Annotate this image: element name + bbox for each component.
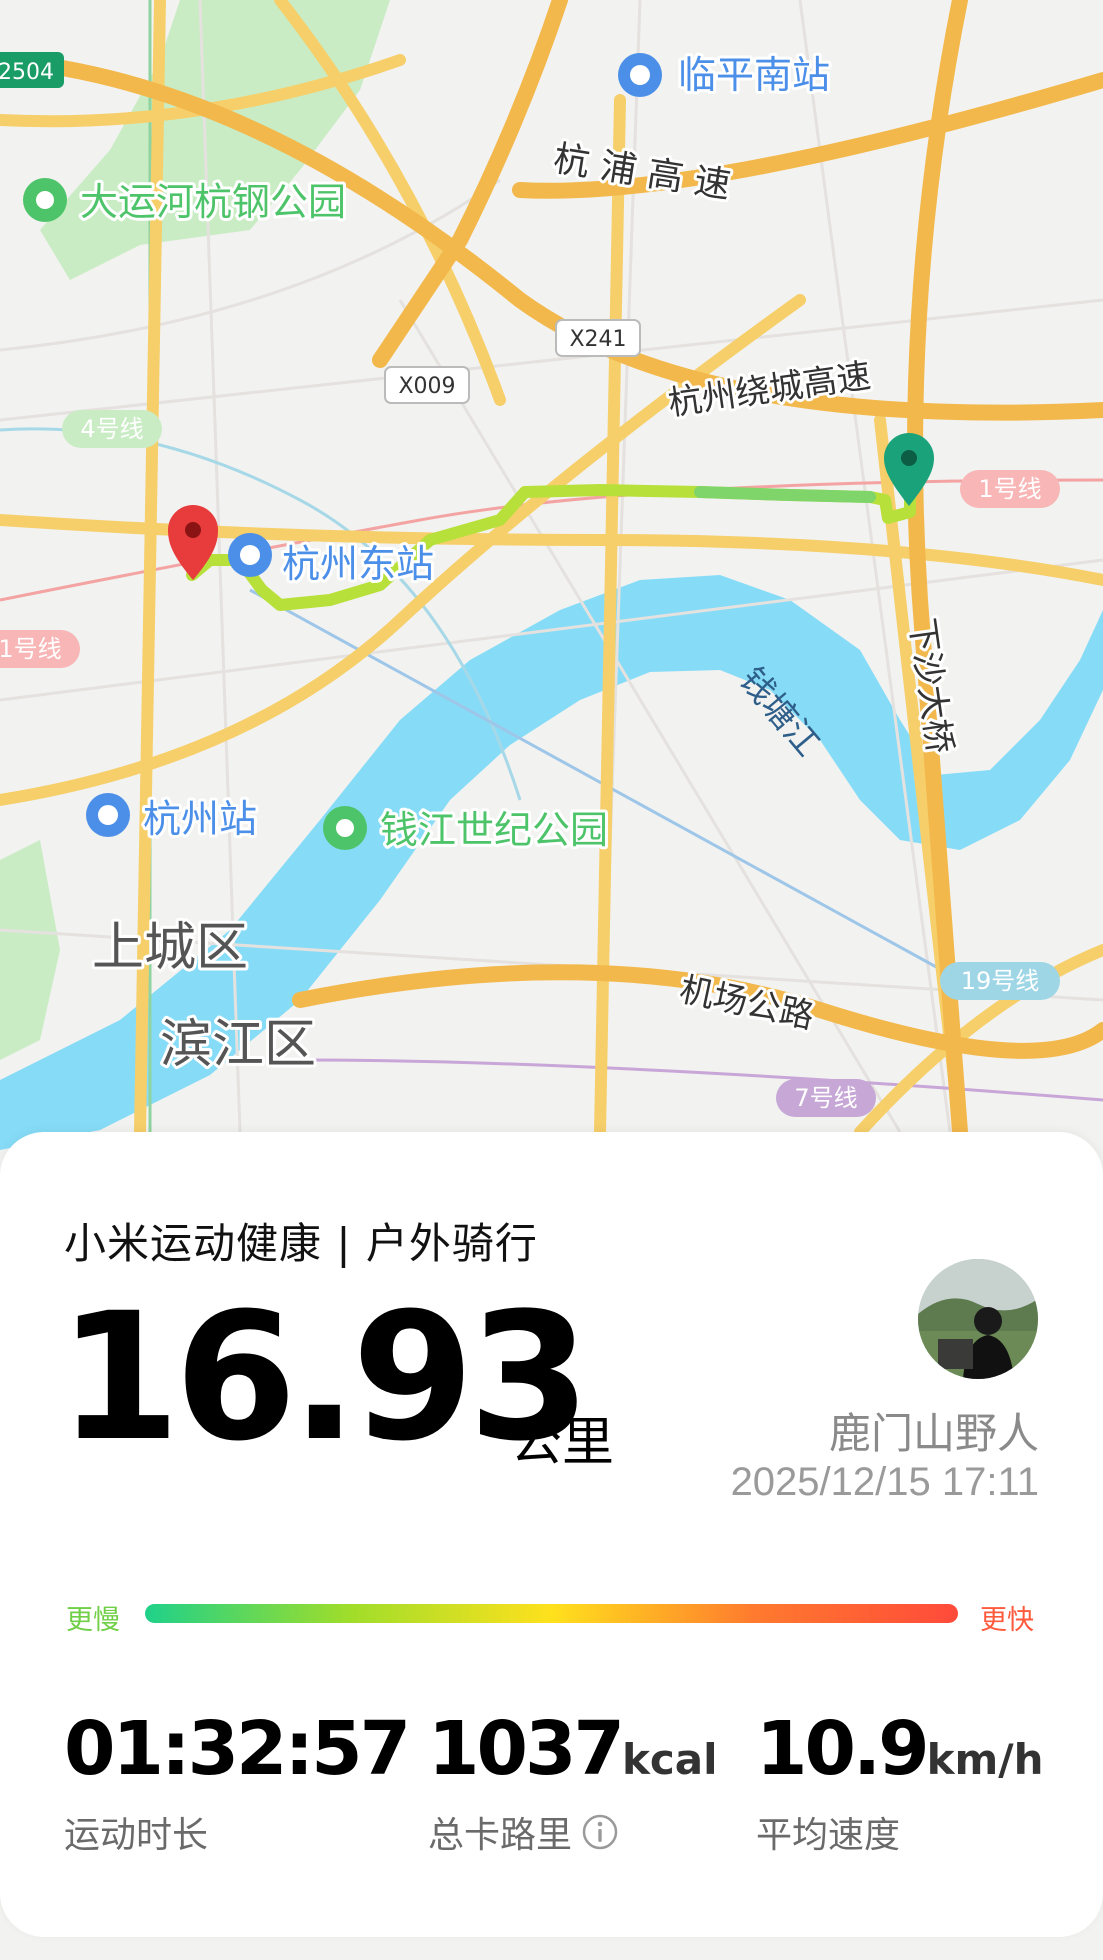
distance-unit: 公里 [510,1413,615,1473]
svg-text:1号线: 1号线 [0,635,62,663]
workout-datetime: 2025/12/15 17:11 [730,1460,1039,1504]
label-binjiang: 滨江区 [160,1015,316,1075]
stat-calories-unit: kcal [621,1735,718,1784]
road-shield-x241: X241 [555,319,641,357]
label-hangzhou-east: 杭州东站 [282,542,434,586]
station-icon [618,53,662,97]
svg-text:2504: 2504 [0,60,54,85]
stat-avg-speed: 10.9km/h 平均速度 [756,1712,1044,1858]
label-linping-south: 临平南站 [678,53,830,97]
app-title: 小米运动健康 | 户外骑行 [64,1219,538,1268]
stat-duration-value: 01:32:57 [64,1706,411,1792]
label-grand-canal-park: 大运河杭钢公园 [80,180,346,224]
station-icon [86,793,130,837]
stat-duration: 01:32:57 运动时长 [64,1706,411,1858]
metro-badge-line4: 4号线 [62,410,162,448]
pace-fast-label: 更快 [980,1605,1034,1636]
svg-text:X241: X241 [569,327,626,352]
svg-text:7号线: 7号线 [794,1084,857,1112]
svg-text:1号线: 1号线 [978,475,1041,503]
distance-value: 16.93 [58,1275,591,1480]
stat-duration-label: 运动时长 [64,1815,209,1856]
label-qianjiang-park: 钱江世纪公园 [380,808,608,852]
svg-text:19号线: 19号线 [961,967,1040,995]
road-shield-x009: X009 [384,366,470,404]
station-icon [228,533,272,577]
pace-gradient-bar [145,1604,958,1623]
pace-slow-label: 更慢 [66,1605,120,1636]
svg-text:X009: X009 [398,374,455,399]
metro-badge-line7: 7号线 [776,1079,876,1117]
park-icon [323,806,367,850]
metro-badge-line1: 1号线 [960,470,1060,508]
stat-avg-speed-label: 平均速度 [756,1815,901,1856]
stat-avg-speed-unit: km/h [926,1735,1044,1784]
avatar[interactable] [918,1259,1038,1379]
metro-badge-line1-left: 1号线 [0,630,80,668]
metro-badge-line19: 19号线 [940,962,1060,1000]
stat-calories-label: 总卡路里 [428,1815,573,1856]
label-hangzhou-station: 杭州站 [143,797,257,841]
label-shangcheng: 上城区 [92,918,248,978]
stat-calories: 1037kcal 总卡路里 [428,1712,718,1858]
svg-text:4号线: 4号线 [80,415,143,443]
info-icon[interactable] [582,1814,618,1850]
username: 鹿门山野人 [828,1409,1039,1458]
park-icon [23,178,67,222]
road-shield-2504: 2504 [0,52,64,88]
stat-avg-speed-value: 10.9km/h [756,1706,1044,1792]
stat-calories-value: 1037kcal [428,1706,718,1792]
